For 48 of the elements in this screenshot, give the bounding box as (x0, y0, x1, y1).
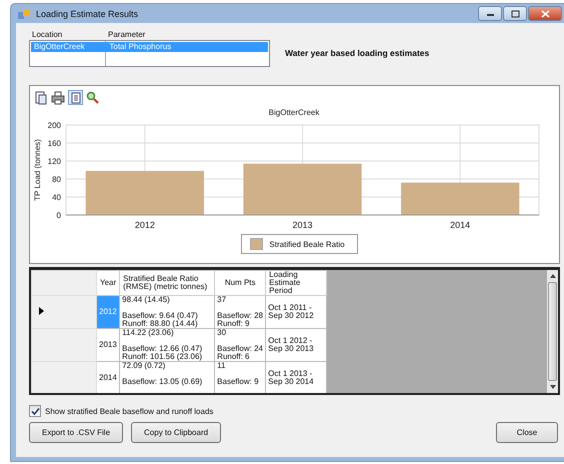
close-icon (540, 10, 550, 18)
table-cell: 98.44 (14.45) Baseflow: 9.64 (0.47) Runoff: 88.80 (14.44) (120, 296, 215, 328)
column-header: Stratified Beale Ratio (RMSE) (metric tonnes) (120, 270, 215, 296)
dialog-button[interactable]: Export to .CSV File (29, 422, 124, 443)
column-header: Num Pts (214, 270, 266, 296)
legend-swatch (250, 238, 264, 250)
grid-corner (32, 270, 96, 296)
axis-title: TP Load (tonnes) (33, 139, 42, 201)
close-button[interactable] (528, 6, 562, 21)
window-title: Loading Estimate Results (36, 8, 138, 18)
table-cell: 30 Baseflow: 24 Runoff: 6 (214, 328, 266, 362)
legend-label: Stratified Beale Ratio (269, 240, 345, 248)
axis-tick-label: 2012 (134, 220, 155, 230)
document-icon[interactable] (34, 90, 48, 104)
print-icon[interactable] (51, 90, 65, 104)
axis-tick-label: 2013 (292, 220, 313, 230)
maximize-button[interactable] (503, 6, 527, 21)
column-header: Loading Estimate Period (266, 270, 327, 296)
axis-tick-label: 120 (48, 157, 61, 166)
checkbox-label: Show stratified Beale baseflow and runoff loads (45, 406, 214, 416)
axis-tick-label: 160 (48, 139, 61, 148)
table-cell: 72.09 (0.72) Baseflow: 13.05 (0.69) (120, 362, 215, 393)
column-header: Year (96, 270, 120, 296)
year-cell[interactable]: 2013 (96, 328, 120, 362)
section-heading: Water year based loading estimates (285, 48, 430, 60)
column-header: Parameter (107, 30, 146, 39)
column-header: Location (31, 30, 64, 39)
table-cell: 114.22 (23.06) Baseflow: 12.66 (0.47) Runoff: 101.56 (23.06) (120, 328, 215, 362)
maximize-icon (510, 10, 520, 18)
up-arrow-icon[interactable] (548, 273, 556, 279)
minimize-button[interactable] (478, 6, 502, 21)
table-cell: 37 Baseflow: 28 Runoff: 9 (214, 296, 266, 328)
zoom-icon[interactable] (86, 90, 100, 104)
down-arrow-icon[interactable] (548, 384, 556, 390)
year-cell[interactable]: 2014 (96, 362, 120, 393)
scrollbar[interactable] (547, 270, 558, 393)
table-cell: 11 Baseflow: 9 (214, 362, 266, 393)
axis-tick-label: 80 (52, 175, 61, 184)
chart-title: BigOtterCreek (268, 108, 320, 117)
axis-tick-label: 200 (48, 121, 61, 130)
dialog-button[interactable]: Copy to Clipboard (131, 422, 222, 443)
axis-tick-label: 2014 (450, 220, 470, 230)
app-icon (17, 8, 31, 20)
axis-tick-label: 40 (52, 193, 61, 202)
checkbox[interactable] (29, 405, 41, 417)
dialog-button[interactable]: Close (496, 422, 558, 443)
legend-toggle-button[interactable] (68, 90, 83, 105)
axis-tick-label: 0 (56, 211, 61, 220)
